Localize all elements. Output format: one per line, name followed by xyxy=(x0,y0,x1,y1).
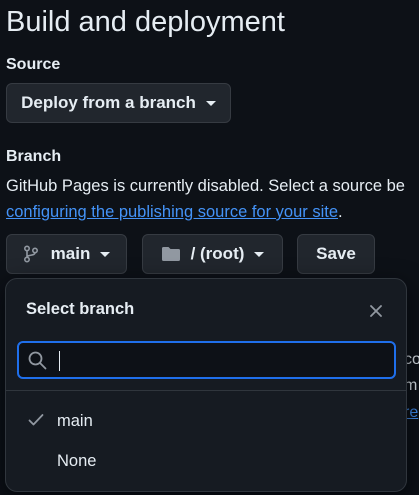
branch-description: GitHub Pages is currently disabled. Sele… xyxy=(6,173,419,225)
check-icon xyxy=(28,413,44,427)
folder-icon xyxy=(161,246,181,262)
chevron-down-icon xyxy=(100,251,111,257)
folder-dropdown-button[interactable]: / (root) xyxy=(142,234,283,274)
select-branch-dropdown: Select branch main None xyxy=(5,278,407,492)
branch-dropdown-button[interactable]: main xyxy=(6,234,127,274)
source-dropdown-value: Deploy from a branch xyxy=(21,93,196,112)
branch-search-field[interactable] xyxy=(17,341,396,379)
branch-description-text: GitHub Pages is currently disabled. Sele… xyxy=(6,177,405,195)
publishing-source-link[interactable]: configuring the publishing source for yo… xyxy=(6,203,338,221)
source-dropdown[interactable]: Deploy from a branch xyxy=(6,83,231,123)
search-icon xyxy=(28,351,47,370)
branch-search-input[interactable] xyxy=(55,347,385,373)
select-branch-title: Select branch xyxy=(26,300,135,318)
branch-button-label: main xyxy=(50,244,91,263)
branch-label: Branch xyxy=(6,148,62,165)
divider xyxy=(6,390,406,391)
save-button[interactable]: Save xyxy=(297,234,375,274)
branch-option-main[interactable]: main xyxy=(6,403,406,439)
description-suffix: . xyxy=(338,203,343,221)
page-title: Build and deployment xyxy=(6,6,285,38)
folder-button-label: / (root) xyxy=(190,244,245,263)
branch-option-label: main xyxy=(57,411,93,430)
pages-settings: Build and deployment Source Deploy from … xyxy=(0,0,419,495)
branch-option-none[interactable]: None xyxy=(6,443,406,479)
source-label: Source xyxy=(6,56,61,73)
close-button[interactable] xyxy=(364,299,388,323)
chevron-down-icon xyxy=(205,100,216,106)
chevron-down-icon xyxy=(254,251,265,257)
git-branch-icon xyxy=(23,245,39,263)
branch-option-label: None xyxy=(57,451,97,470)
close-icon xyxy=(369,304,383,318)
